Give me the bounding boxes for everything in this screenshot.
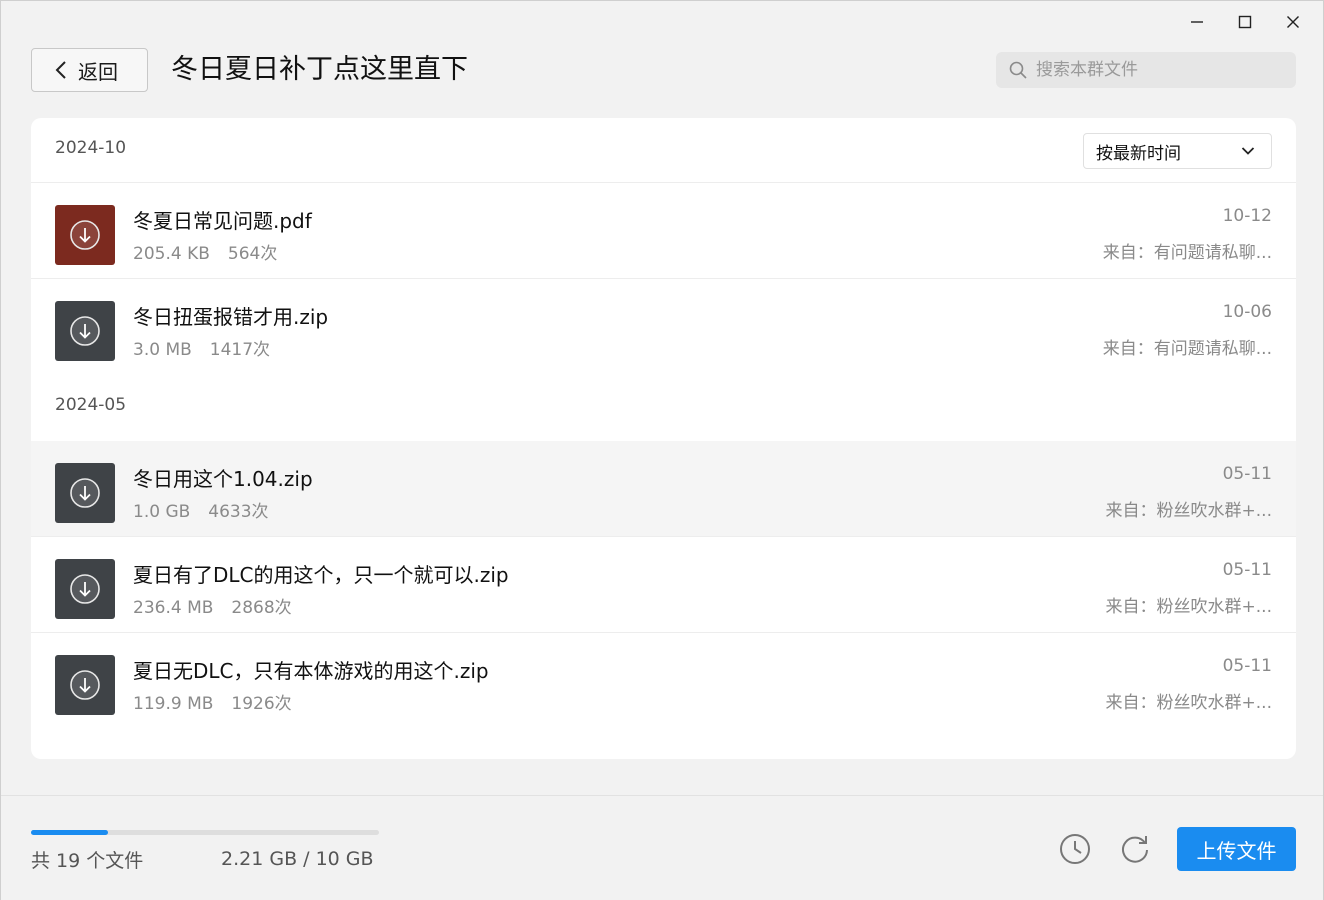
search-input[interactable]	[1036, 60, 1276, 80]
minimize-button[interactable]	[1173, 7, 1221, 37]
sort-dropdown[interactable]: 按最新时间	[1083, 133, 1272, 169]
file-date: 10-12	[1222, 206, 1272, 226]
search-box[interactable]	[996, 52, 1296, 88]
storage-progress-fill	[31, 830, 108, 835]
download-count: 1926次	[231, 694, 292, 714]
group-header: 2024-05	[31, 376, 1296, 440]
file-date: 05-11	[1222, 464, 1272, 484]
refresh-icon	[1122, 836, 1148, 863]
footer-bar: 共 19 个文件 2.21 GB / 10 GB 上传文件	[1, 795, 1323, 900]
history-button[interactable]	[1058, 832, 1092, 866]
download-icon	[70, 316, 100, 346]
file-name: 冬日用这个1.04.zip	[133, 467, 313, 491]
file-list-card: 2024-10 按最新时间 冬夏日常见问题.pdf 205.4 KB 564次 1…	[31, 118, 1296, 759]
file-name: 冬日扭蛋报错才用.zip	[133, 305, 329, 329]
file-size: 1.0 GB	[133, 502, 191, 522]
group-files-window: 返回 冬日夏日补丁点这里直下 2024-10 按最新时间 冬夏日常见问题.pdf…	[0, 0, 1324, 900]
group-date: 2024-05	[55, 395, 127, 415]
download-count: 564次	[227, 244, 278, 264]
file-meta: 3.0 MB 1417次	[133, 335, 270, 360]
file-source: 来自：粉丝吹水群+...	[1105, 693, 1272, 713]
refresh-button[interactable]	[1118, 832, 1152, 866]
file-name: 夏日有了DLC的用这个，只一个就可以.zip	[133, 563, 509, 587]
file-size: 3.0 MB	[133, 340, 192, 360]
file-row[interactable]: 冬夏日常见问题.pdf 205.4 KB 564次 10-12 来自：有问题请私聊…	[31, 182, 1296, 278]
download-icon	[70, 670, 100, 700]
download-count: 2868次	[231, 598, 292, 618]
file-row[interactable]: 夏日无DLC，只有本体游戏的用这个.zip 119.9 MB 1926次 05-1…	[31, 632, 1296, 728]
file-date: 05-11	[1222, 560, 1272, 580]
file-meta: 236.4 MB 2868次	[133, 593, 292, 618]
sort-selected-value: 按最新时间	[1096, 143, 1181, 164]
file-meta: 205.4 KB 564次	[133, 239, 277, 264]
file-source: 来自：粉丝吹水群+...	[1105, 501, 1272, 521]
file-name: 夏日无DLC，只有本体游戏的用这个.zip	[133, 659, 489, 683]
storage-progress-bar	[31, 830, 379, 835]
download-count: 1417次	[209, 340, 271, 360]
download-icon	[70, 478, 100, 508]
window-controls	[1173, 7, 1317, 37]
download-icon	[70, 220, 100, 250]
file-source: 来自：粉丝吹水群+...	[1105, 597, 1272, 617]
upload-file-button[interactable]: 上传文件	[1177, 827, 1296, 871]
file-size: 205.4 KB	[133, 244, 210, 264]
close-icon	[1287, 16, 1299, 28]
chevron-down-icon	[1241, 147, 1255, 155]
page-title: 冬日夏日补丁点这里直下	[171, 54, 468, 85]
file-thumbnail	[55, 655, 115, 715]
file-size: 236.4 MB	[133, 598, 214, 618]
file-size: 119.9 MB	[133, 694, 214, 714]
file-meta: 1.0 GB 4633次	[133, 497, 269, 522]
file-thumbnail	[55, 205, 115, 265]
download-count: 4633次	[208, 502, 269, 522]
file-source: 来自：有问题请私聊...	[1102, 243, 1272, 263]
file-row[interactable]: 夏日有了DLC的用这个，只一个就可以.zip 236.4 MB 2868次 05-…	[31, 536, 1296, 632]
chevron-left-icon	[55, 61, 66, 79]
group-header: 2024-10 按最新时间	[31, 118, 1296, 182]
back-button-label: 返回	[78, 59, 118, 84]
file-count: 共 19 个文件	[31, 850, 144, 872]
storage-usage: 2.21 GB / 10 GB	[221, 848, 374, 870]
file-date: 10-06	[1222, 302, 1272, 322]
file-row[interactable]: 冬日用这个1.04.zip 1.0 GB 4633次 05-11 来自：粉丝吹水群…	[31, 441, 1296, 537]
file-name: 冬夏日常见问题.pdf	[133, 209, 312, 233]
maximize-icon	[1238, 15, 1252, 29]
minimize-icon	[1191, 21, 1203, 23]
file-source: 来自：有问题请私聊...	[1102, 339, 1272, 359]
maximize-button[interactable]	[1221, 7, 1269, 37]
file-date: 05-11	[1222, 656, 1272, 676]
download-icon	[70, 574, 100, 604]
history-icon	[1060, 834, 1090, 864]
file-meta: 119.9 MB 1926次	[133, 689, 292, 714]
group-date: 2024-10	[55, 138, 127, 158]
file-thumbnail	[55, 559, 115, 619]
back-button[interactable]: 返回	[31, 48, 148, 92]
file-thumbnail	[55, 301, 115, 361]
file-row[interactable]: 冬日扭蛋报错才用.zip 3.0 MB 1417次 10-06 来自：有问题请私聊…	[31, 278, 1296, 374]
file-thumbnail	[55, 463, 115, 523]
close-button[interactable]	[1269, 7, 1317, 37]
search-icon	[1009, 61, 1027, 79]
